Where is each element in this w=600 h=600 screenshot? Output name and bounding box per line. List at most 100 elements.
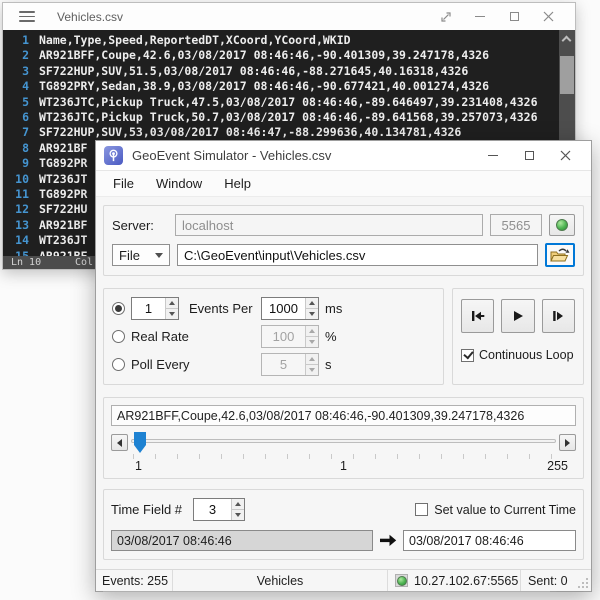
- target-time-field[interactable]: [403, 530, 576, 551]
- poll-stepper: [261, 353, 319, 376]
- interval-unit-label: ms: [325, 301, 342, 316]
- maximize-button[interactable]: [511, 141, 547, 171]
- source-time-field[interactable]: [111, 530, 373, 551]
- editor-line: 7SF722HUP,SUV,53,03/08/2017 08:46:47,-88…: [3, 125, 559, 140]
- editor-line: 4TG892PRY,Sedan,38.9,03/08/2017 08:46:46…: [3, 79, 559, 94]
- menubar: File Window Help: [96, 171, 591, 197]
- open-folder-icon: [550, 247, 570, 263]
- slider-track[interactable]: [131, 439, 556, 443]
- play-icon: [510, 308, 526, 324]
- interval-stepper[interactable]: [261, 297, 319, 320]
- connection-led: [395, 574, 408, 587]
- source-type-value: File: [119, 248, 140, 263]
- server-label: Server:: [112, 218, 168, 233]
- green-status-icon: [397, 576, 407, 586]
- slider-start-label: 1: [135, 459, 142, 473]
- real-rate-stepper: [261, 325, 319, 348]
- scroll-up-icon[interactable]: [562, 36, 572, 46]
- poll-every-label: Poll Every: [131, 357, 261, 372]
- arrow-left-icon: [117, 439, 122, 447]
- editor-titlebar: Vehicles.csv: [3, 3, 575, 30]
- endpoint-address: 10.27.102.67:5565: [414, 574, 518, 588]
- arrow-right-icon: [379, 534, 397, 547]
- browse-file-button[interactable]: [545, 243, 575, 267]
- editor-line: 1Name,Type,Speed,ReportedDT,XCoord,YCoor…: [3, 33, 559, 48]
- close-button[interactable]: [547, 141, 583, 171]
- real-rate-label: Real Rate: [131, 329, 261, 344]
- menu-file[interactable]: File: [102, 172, 145, 195]
- source-type-dropdown[interactable]: File: [112, 244, 170, 266]
- chevron-down-icon: [155, 253, 163, 258]
- editor-line: 3SF722HUP,SUV,51.5,03/08/2017 08:46:46,-…: [3, 64, 559, 79]
- feed-name: Vehicles: [173, 574, 387, 588]
- events-count: Events: 255: [96, 574, 172, 588]
- server-port-input[interactable]: [490, 214, 542, 236]
- play-button[interactable]: [501, 299, 534, 333]
- step-up-icon[interactable]: [232, 499, 244, 510]
- time-field-input[interactable]: [194, 499, 231, 520]
- real-rate-unit-label: %: [325, 329, 337, 344]
- slider-thumb[interactable]: [134, 432, 146, 453]
- slider-mid-label: 1: [340, 459, 347, 473]
- step-up-icon[interactable]: [166, 298, 178, 309]
- simulator-titlebar: GeoEvent Simulator - Vehicles.csv: [96, 141, 591, 171]
- skip-to-start-button[interactable]: [461, 299, 494, 333]
- window-title: GeoEvent Simulator - Vehicles.csv: [132, 148, 475, 163]
- event-slider[interactable]: [131, 432, 556, 453]
- events-per-label: Events Per: [189, 301, 261, 316]
- time-field-stepper[interactable]: [193, 498, 245, 521]
- interval-input[interactable]: [262, 298, 305, 319]
- fixed-rate-radio[interactable]: [112, 302, 125, 315]
- close-button[interactable]: [531, 3, 565, 30]
- simulator-statusbar: Events: 255 Vehicles 10.27.102.67:5565 S…: [96, 569, 591, 591]
- event-group: 1 1 255: [103, 397, 584, 479]
- column-indicator: Col: [75, 256, 93, 269]
- file-path-input[interactable]: [177, 244, 538, 266]
- step-down-icon[interactable]: [232, 510, 244, 520]
- editor-line: 6WT236JTC,Pickup Truck,50.7,03/08/2017 0…: [3, 110, 559, 125]
- resize-grip[interactable]: [577, 570, 591, 591]
- event-count-stepper[interactable]: [131, 297, 179, 320]
- menu-icon[interactable]: [19, 11, 35, 22]
- scrollbar-thumb[interactable]: [560, 56, 574, 94]
- real-rate-radio[interactable]: [112, 330, 125, 343]
- step-forward-icon: [550, 308, 566, 324]
- step-down-icon[interactable]: [166, 309, 178, 319]
- geoevent-app-icon: [104, 146, 123, 165]
- line-indicator: Ln 10: [11, 256, 41, 269]
- current-event-field[interactable]: [111, 405, 576, 426]
- minimize-button[interactable]: [475, 141, 511, 171]
- editor-line: 5WT236JTC,Pickup Truck,47.5,03/08/2017 0…: [3, 95, 559, 110]
- time-group: Time Field # Set value to Current Time: [103, 489, 584, 560]
- playback-group: Continuous Loop: [452, 288, 584, 385]
- poll-every-radio[interactable]: [112, 358, 125, 371]
- continuous-loop-label: Continuous Loop: [479, 348, 574, 362]
- menu-window[interactable]: Window: [145, 172, 213, 195]
- skip-start-icon: [470, 308, 486, 324]
- arrow-right-icon: [565, 439, 570, 447]
- server-host-input[interactable]: [175, 214, 483, 236]
- menu-help[interactable]: Help: [213, 172, 262, 195]
- real-rate-input: [262, 326, 305, 347]
- expand-icon[interactable]: [429, 3, 463, 30]
- minimize-button[interactable]: [463, 3, 497, 30]
- rate-group: Events Per ms Real Rate %: [103, 288, 444, 385]
- simulator-window: GeoEvent Simulator - Vehicles.csv File W…: [95, 140, 592, 592]
- time-field-label: Time Field #: [111, 502, 193, 517]
- step-up-icon[interactable]: [306, 298, 318, 309]
- editor-window-title: Vehicles.csv: [57, 10, 429, 24]
- event-count-input[interactable]: [132, 298, 165, 319]
- continuous-loop-checkbox[interactable]: [461, 349, 474, 362]
- step-forward-button[interactable]: [542, 299, 575, 333]
- slider-left-button[interactable]: [111, 434, 128, 451]
- slider-right-button[interactable]: [559, 434, 576, 451]
- set-current-time-checkbox[interactable]: [415, 503, 428, 516]
- step-down-icon[interactable]: [306, 309, 318, 319]
- poll-input: [262, 354, 305, 375]
- maximize-button[interactable]: [497, 3, 531, 30]
- poll-unit-label: s: [325, 357, 332, 372]
- server-group: Server: File: [103, 205, 584, 276]
- sent-count: Sent: 0: [521, 574, 577, 588]
- connect-button[interactable]: [549, 214, 575, 236]
- connection-status-icon: [556, 219, 568, 231]
